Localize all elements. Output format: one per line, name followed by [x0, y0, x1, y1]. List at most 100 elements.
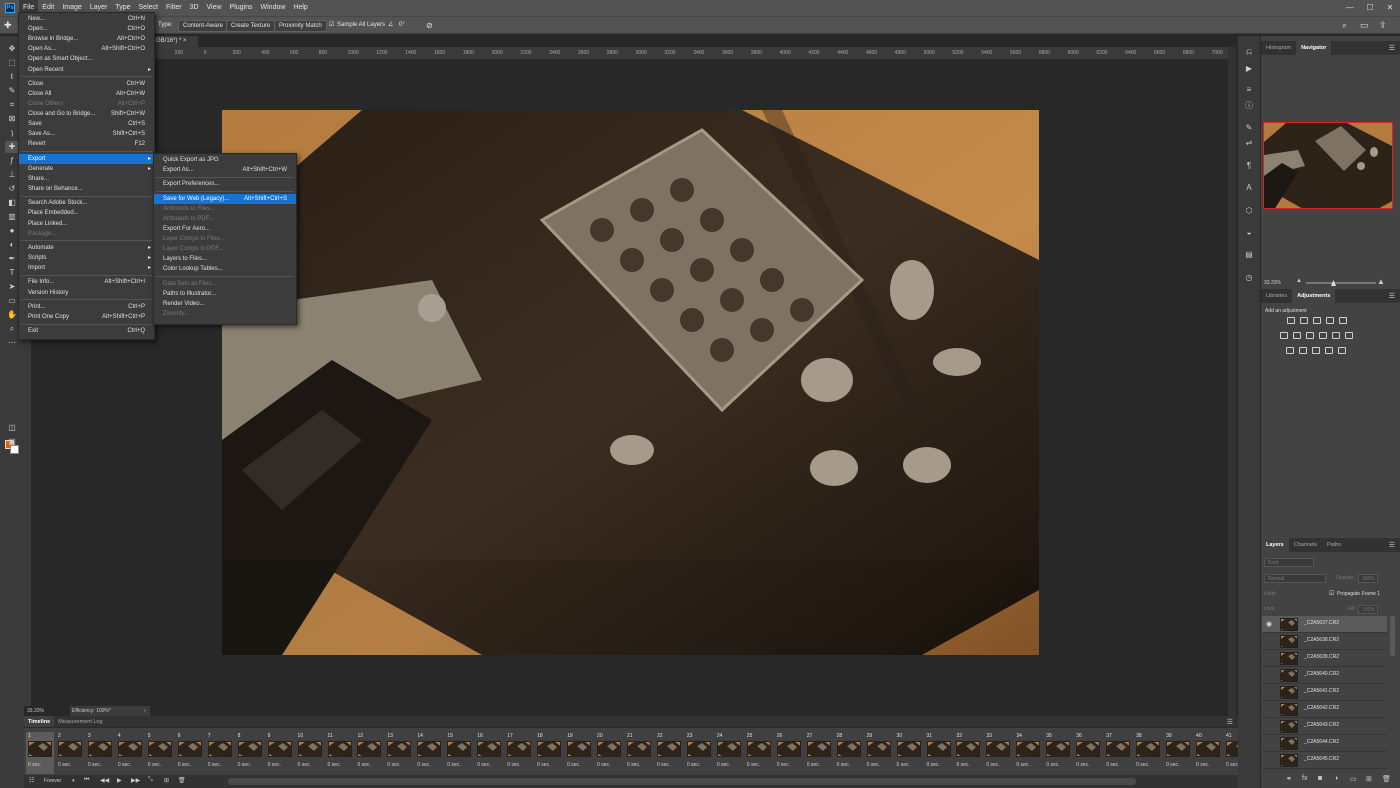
timeline-frame[interactable]: 7 0 sec. — [206, 732, 234, 774]
adjustment-icon[interactable] — [1338, 347, 1346, 354]
tab-measurement-log[interactable]: Measurement Log — [54, 716, 106, 727]
delete-layer-icon[interactable]: 🗑 — [1382, 775, 1391, 783]
timeline-frame[interactable]: 24 0 sec. — [715, 732, 743, 774]
menu-filter[interactable]: Filter — [162, 0, 186, 16]
proximity-match-button[interactable]: Proximity Match — [274, 20, 327, 32]
tab-histogram[interactable]: Histogram — [1261, 41, 1296, 55]
timeline-frame[interactable]: 21 0 sec. — [625, 732, 653, 774]
frame-delay[interactable]: 0 sec. — [507, 762, 520, 768]
frame-delay[interactable]: 0 sec. — [837, 762, 850, 768]
frame-delay[interactable]: 0 sec. — [687, 762, 700, 768]
more-tools-icon[interactable]: ⋯ — [5, 337, 19, 349]
navigator-zoom-value[interactable]: 33.33% — [1264, 280, 1281, 286]
file-menu-item[interactable]: Place Embedded... — [19, 208, 154, 218]
visibility-toggle[interactable] — [1266, 672, 1274, 679]
lasso-icon[interactable]: ℓ — [5, 71, 19, 83]
frame-delay[interactable]: 0 sec. — [357, 762, 370, 768]
navigator-zoom-slider[interactable] — [1306, 282, 1376, 284]
convert-timeline-icon[interactable]: ☷ — [29, 777, 34, 784]
status-arrow-icon[interactable]: › — [144, 706, 146, 716]
timeline-frame[interactable]: 20 0 sec. — [595, 732, 623, 774]
frame-delay[interactable]: 0 sec. — [1076, 762, 1089, 768]
adjustment-icon[interactable] — [1339, 317, 1347, 324]
layer-row[interactable]: ◉ _C2A5637.CR2 — [1262, 616, 1387, 633]
zoom-in-icon[interactable]: ▲ — [1377, 277, 1385, 286]
frame-delay[interactable]: 0 sec. — [867, 762, 880, 768]
timeline-frame[interactable]: 6 0 sec. — [176, 732, 204, 774]
file-menu-item[interactable]: Close Ctrl+W — [19, 79, 154, 89]
file-menu-item[interactable]: Print One Copy Alt+Shift+Ctrl+P — [19, 312, 154, 322]
timeline-frame[interactable]: 19 0 sec. — [565, 732, 593, 774]
document-tab[interactable]: GB/16*) * × — [154, 36, 198, 47]
adjustment-icon[interactable] — [1345, 332, 1353, 339]
blend-mode-select[interactable]: Normal — [1264, 574, 1326, 583]
link-layers-icon[interactable]: ⚭ — [1286, 775, 1292, 783]
tab-layers[interactable]: Layers — [1261, 538, 1289, 552]
frame-delay[interactable]: 0 sec. — [597, 762, 610, 768]
timeline-frame[interactable]: 33 0 sec. — [984, 732, 1012, 774]
frame-delay[interactable]: 0 sec. — [208, 762, 221, 768]
file-menu-item[interactable]: File Info... Alt+Shift+Ctrl+I — [19, 277, 154, 287]
angle-value[interactable]: 0° — [399, 20, 405, 31]
visibility-toggle[interactable] — [1266, 740, 1274, 747]
tab-channels[interactable]: Channels — [1289, 538, 1322, 552]
file-menu-item[interactable]: Open as Smart Object... — [19, 54, 154, 64]
timeline-frame[interactable]: 13 0 sec. — [385, 732, 413, 774]
fill-field[interactable]: 100% — [1358, 605, 1378, 614]
visibility-toggle[interactable] — [1266, 706, 1274, 713]
content-aware-button[interactable]: Content-Aware — [178, 20, 228, 32]
file-menu-item[interactable]: Open... Ctrl+O — [19, 24, 154, 34]
frame-delay[interactable]: 0 sec. — [747, 762, 760, 768]
adjustment-icon[interactable] — [1286, 347, 1294, 354]
frame-delay[interactable]: 0 sec. — [777, 762, 790, 768]
export-menu-item[interactable]: Paths to Illustrator... — [154, 289, 296, 299]
export-menu-item[interactable]: Render Video... — [154, 299, 296, 309]
file-menu-item[interactable]: Share... — [19, 174, 154, 184]
timeline-frame[interactable]: 1 0 sec. — [26, 732, 54, 774]
frame-delay[interactable]: 0 sec. — [298, 762, 311, 768]
frame-delay[interactable]: 0 sec. — [927, 762, 940, 768]
zoom-icon[interactable]: ⌕ — [5, 323, 19, 335]
file-menu-item[interactable]: Revert F12 — [19, 139, 154, 149]
sample-all-layers-checkbox[interactable]: ☑ — [329, 20, 334, 31]
export-menu-item[interactable]: Layers to Files... — [154, 254, 296, 264]
layer-row[interactable]: _C2A5643.CR2 — [1262, 718, 1387, 735]
file-menu-item[interactable]: Save Ctrl+S — [19, 119, 154, 129]
frame-delay[interactable]: 0 sec. — [387, 762, 400, 768]
group-folder-icon[interactable]: ▭ — [1350, 775, 1357, 783]
adjustment-icon[interactable] — [1293, 332, 1301, 339]
timeline-frame[interactable]: 22 0 sec. — [655, 732, 683, 774]
screen-mode-icon[interactable]: ▣ — [5, 436, 19, 448]
visibility-toggle[interactable] — [1266, 689, 1274, 696]
duplicate-frame-icon[interactable]: ⊞ — [164, 777, 169, 784]
file-menu-item[interactable]: Export ▸ — [19, 153, 154, 164]
export-menu-item[interactable]: Save for Web (Legacy)... Alt+Shift+Ctrl+S — [154, 193, 296, 204]
frame-delay[interactable]: 0 sec. — [897, 762, 910, 768]
file-menu-item[interactable]: Close All Alt+Ctrl+W — [19, 89, 154, 99]
move-icon[interactable]: ✥ — [5, 43, 19, 55]
frame-icon[interactable]: ⊠ — [5, 113, 19, 125]
document-image[interactable] — [222, 110, 1039, 655]
adjustment-icon[interactable] — [1299, 347, 1307, 354]
timeline-frame[interactable]: 29 0 sec. — [865, 732, 893, 774]
layer-row[interactable]: _C2A5638.CR2 — [1262, 633, 1387, 650]
timeline-frame[interactable]: 28 0 sec. — [835, 732, 863, 774]
adjustment-icon[interactable] — [1306, 332, 1314, 339]
opacity-field[interactable]: 100% — [1358, 574, 1378, 583]
file-menu-item[interactable]: Import ▸ — [19, 263, 154, 273]
efficiency-readout[interactable]: Efficiency: 100%* — [70, 706, 150, 716]
adjustment-icon[interactable] — [1280, 332, 1288, 339]
loop-dropdown-icon[interactable]: ▾ — [72, 778, 75, 784]
timeline-frame[interactable]: 26 0 sec. — [775, 732, 803, 774]
frame-delay[interactable]: 0 sec. — [537, 762, 550, 768]
visibility-toggle[interactable] — [1266, 638, 1274, 645]
maximize-icon[interactable]: ☐ — [1360, 0, 1380, 16]
adjustment-icon[interactable] — [1312, 347, 1320, 354]
quick-select-icon[interactable]: ✎ — [5, 85, 19, 97]
file-menu-item[interactable]: Close and Go to Bridge... Shift+Ctrl+W — [19, 109, 154, 119]
blur-icon[interactable]: ● — [5, 225, 19, 237]
healing-brush-icon[interactable]: ✚ — [5, 141, 19, 153]
menu-3d[interactable]: 3D — [186, 0, 203, 16]
timeline-frame[interactable]: 10 0 sec. — [296, 732, 324, 774]
path-select-icon[interactable]: ➤ — [5, 281, 19, 293]
